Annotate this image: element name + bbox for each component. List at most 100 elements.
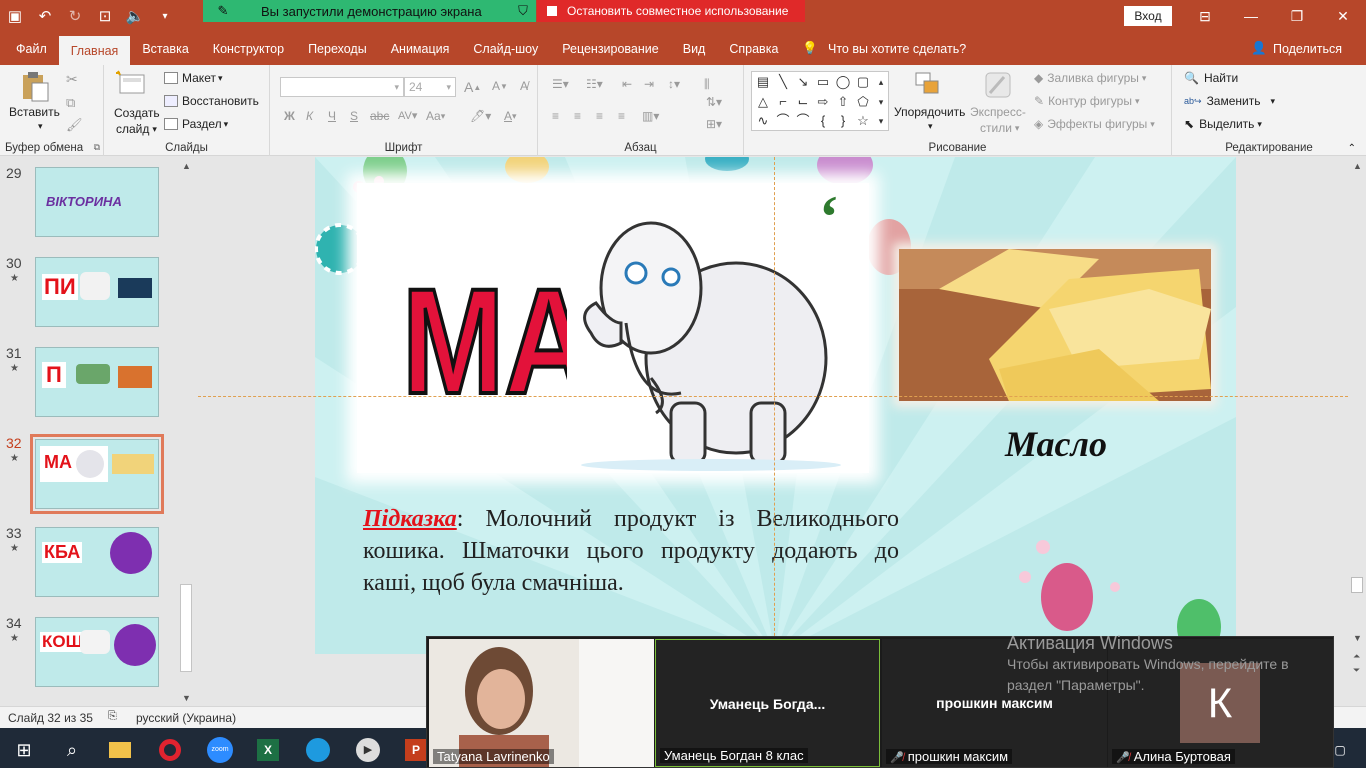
curve-shape-icon[interactable]: ⌒ bbox=[774, 112, 792, 130]
participant-tile[interactable]: Уманець Богда... Уманець Богдан 8 клас bbox=[655, 639, 880, 767]
increase-indent-icon[interactable]: ⇥ bbox=[644, 77, 654, 91]
up-arrow-shape-icon[interactable]: ⇧ bbox=[834, 93, 852, 111]
bullets-icon[interactable]: ☰▾ bbox=[552, 77, 569, 91]
editor-scrollbar[interactable]: ▲ ▼ ⏶ ⏷ bbox=[1348, 157, 1366, 706]
undo-icon[interactable]: ↶ bbox=[30, 0, 60, 32]
layout-button[interactable]: Макет ▾ bbox=[164, 71, 223, 85]
arrange-icon[interactable] bbox=[912, 69, 946, 101]
quick-styles-label-2[interactable]: стили ▾ bbox=[980, 121, 1019, 135]
arc-shape-icon[interactable]: ⌒ bbox=[794, 112, 812, 130]
paste-icon[interactable] bbox=[18, 71, 52, 103]
rectangle-shape-icon[interactable]: ▭ bbox=[814, 73, 832, 91]
current-slide[interactable]: МА ‘ bbox=[315, 157, 1236, 654]
shadow-button[interactable]: S bbox=[350, 109, 358, 123]
redo-icon[interactable]: ↻ bbox=[60, 0, 90, 32]
tab-help[interactable]: Справка bbox=[717, 32, 790, 65]
tab-slideshow[interactable]: Слайд-шоу bbox=[461, 32, 550, 65]
star-shape-icon[interactable]: ☆ bbox=[854, 112, 872, 130]
arrange-button[interactable]: Упорядочить bbox=[894, 105, 965, 119]
stop-sharing-button[interactable]: Остановить совместное использование bbox=[537, 0, 805, 22]
collapse-ribbon-icon[interactable]: ⌃ bbox=[1348, 143, 1356, 154]
slide-thumb-34[interactable]: КОШ bbox=[35, 617, 159, 687]
spellcheck-icon[interactable]: ⎘ bbox=[108, 710, 117, 723]
underline-button[interactable]: Ч bbox=[328, 109, 336, 123]
tab-insert[interactable]: Вставка bbox=[130, 32, 200, 65]
rounded-rect-shape-icon[interactable]: ▢ bbox=[854, 73, 872, 91]
new-slide-label-1[interactable]: Создать bbox=[114, 106, 160, 120]
scroll-up-icon[interactable]: ▲ bbox=[182, 161, 191, 171]
section-button[interactable]: Раздел ▾ bbox=[164, 117, 228, 131]
bold-button[interactable]: Ж bbox=[284, 109, 295, 123]
syllable-image-box[interactable]: МА ‘ bbox=[357, 183, 869, 473]
prev-slide-icon[interactable]: ⏶ bbox=[1353, 651, 1360, 662]
shrink-font-icon[interactable]: A ▼ bbox=[492, 79, 508, 93]
tab-animations[interactable]: Анимация bbox=[379, 32, 462, 65]
quick-styles-label-1[interactable]: Экспресс- bbox=[970, 105, 1026, 119]
scrollbar-thumb[interactable] bbox=[180, 584, 192, 672]
scroll-down-icon[interactable]: ▼ bbox=[1353, 633, 1362, 643]
scroll-down-icon[interactable]: ▼ bbox=[182, 693, 191, 703]
text-direction-icon[interactable]: ⇅▾ bbox=[706, 95, 722, 109]
tell-me-search[interactable]: 💡 Что вы хотите сделать? bbox=[790, 32, 966, 65]
reset-button[interactable]: Восстановить bbox=[164, 94, 259, 108]
present-icon[interactable]: ⊡ bbox=[90, 0, 120, 32]
hint-textbox[interactable]: Підказка: Молочний продукт із Великодньо… bbox=[363, 503, 899, 599]
new-slide-icon[interactable] bbox=[114, 69, 148, 101]
shape-fill-button[interactable]: ◆ Заливка фигуры ▾ bbox=[1034, 71, 1146, 85]
pentagon-shape-icon[interactable]: ⬠ bbox=[854, 93, 872, 111]
format-painter-icon[interactable]: 🖌 bbox=[66, 117, 83, 133]
pen-icon[interactable]: ✎ bbox=[203, 3, 243, 19]
scrollbar-thumb[interactable] bbox=[1351, 577, 1363, 593]
zoom-icon[interactable]: zoom bbox=[200, 732, 240, 768]
arrange-dropdown-icon[interactable]: ▾ bbox=[928, 121, 933, 132]
copy-icon[interactable]: ⧉ bbox=[66, 95, 75, 111]
strike-button[interactable]: abc bbox=[370, 109, 389, 123]
butter-image[interactable] bbox=[899, 249, 1211, 401]
slide-thumb-32[interactable]: МА bbox=[30, 434, 164, 514]
tab-review[interactable]: Рецензирование bbox=[550, 32, 671, 65]
change-case-button[interactable]: Aa ▾ bbox=[426, 109, 445, 123]
share-button[interactable]: 👤 Поделиться bbox=[1251, 32, 1342, 65]
gallery-up-icon[interactable]: ▴ bbox=[872, 73, 890, 91]
align-center-icon[interactable]: ≡ bbox=[574, 109, 581, 123]
tab-home[interactable]: Главная bbox=[58, 36, 131, 65]
columns-button[interactable]: ▥▾ bbox=[642, 109, 659, 123]
align-right-icon[interactable]: ≡ bbox=[596, 109, 603, 123]
slide-thumb-30[interactable]: ПИ bbox=[35, 257, 159, 327]
login-button[interactable]: Вход bbox=[1124, 6, 1172, 26]
tab-design[interactable]: Конструктор bbox=[201, 32, 296, 65]
opera-icon[interactable] bbox=[150, 732, 190, 768]
shape-outline-button[interactable]: ✎ Контур фигуры ▾ bbox=[1034, 94, 1140, 108]
paste-button[interactable]: Вставить bbox=[9, 105, 60, 119]
font-name-field[interactable]: ▾ bbox=[280, 77, 404, 97]
tab-transitions[interactable]: Переходы bbox=[296, 32, 379, 65]
find-button[interactable]: 🔍 Найти bbox=[1184, 71, 1238, 85]
brace-left-shape-icon[interactable]: { bbox=[814, 112, 832, 130]
answer-word[interactable]: Масло bbox=[1005, 423, 1107, 465]
ribbon-display-icon[interactable]: ⊟ bbox=[1182, 0, 1228, 32]
brace-right-shape-icon[interactable]: } bbox=[834, 112, 852, 130]
scroll-up-icon[interactable]: ▲ bbox=[1353, 161, 1362, 171]
shapes-gallery[interactable]: ▤ ╲ ↘ ▭ ◯ ▢ △ ⌐ ⌙ ⇨ ⇧ ⬠ ∿ ⌒ ⌒ { } ☆ ▴ ▾ … bbox=[751, 71, 889, 131]
dialog-launcher-icon[interactable]: ⧉ bbox=[94, 142, 100, 153]
grow-font-icon[interactable]: A ▲ bbox=[464, 79, 481, 95]
restore-icon[interactable]: ❐ bbox=[1274, 0, 1320, 32]
edge-icon[interactable] bbox=[298, 732, 338, 768]
justify-icon[interactable]: ≡ bbox=[618, 109, 625, 123]
italic-button[interactable]: К bbox=[306, 109, 313, 123]
freeform-shape-icon[interactable]: ∿ bbox=[754, 112, 772, 130]
slide-thumb-29[interactable]: ВІКТОРИНА bbox=[35, 167, 159, 237]
slide-thumb-33[interactable]: КБА bbox=[35, 527, 159, 597]
file-explorer-icon[interactable] bbox=[100, 732, 140, 768]
horizontal-guide[interactable] bbox=[198, 396, 1348, 397]
vertical-guide[interactable] bbox=[774, 157, 775, 706]
triangle-shape-icon[interactable]: △ bbox=[754, 93, 772, 111]
font-size-field[interactable]: 24 ▾ bbox=[404, 77, 456, 97]
new-slide-label-2[interactable]: слайд ▾ bbox=[116, 122, 157, 136]
language-indicator[interactable]: русский (Украина) bbox=[136, 711, 236, 725]
columns-icon[interactable]: ⫼ bbox=[704, 77, 710, 92]
media-player-icon[interactable]: ▶ bbox=[348, 732, 388, 768]
select-button[interactable]: ⬉ Выделить ▾ bbox=[1184, 117, 1262, 131]
gallery-more-icon[interactable]: ▾ bbox=[872, 112, 890, 130]
speaker-icon[interactable]: 🔈 bbox=[120, 0, 150, 32]
